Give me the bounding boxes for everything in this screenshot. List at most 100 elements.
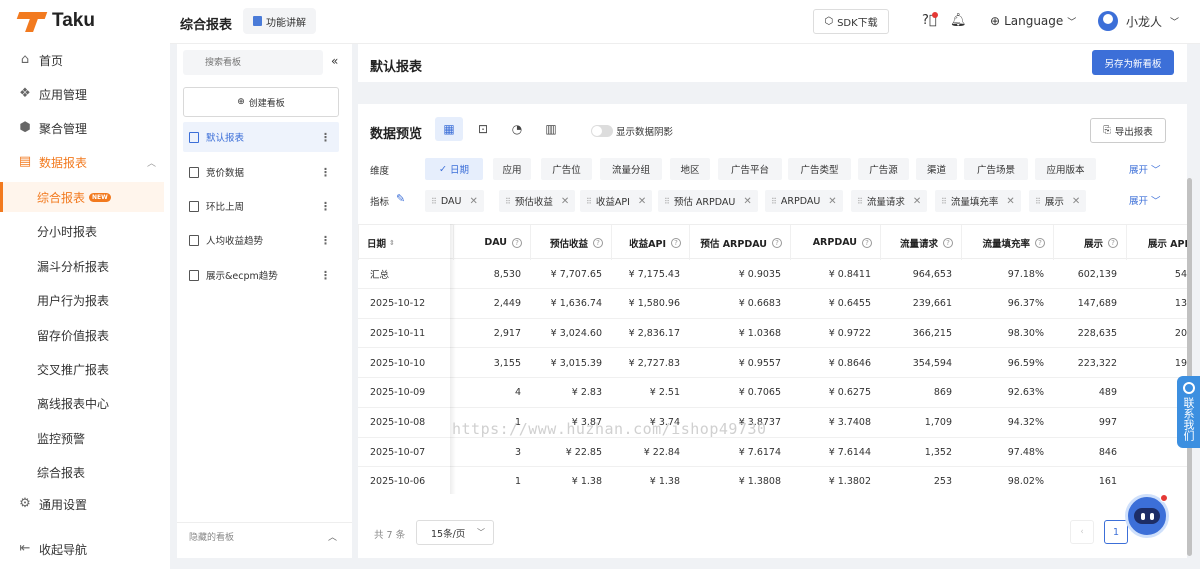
dimension-chip[interactable]: 广告类型 (788, 158, 851, 180)
drag-handle-icon[interactable]: ⠿ (857, 197, 863, 206)
expand-dimensions-link[interactable]: 展开 ﹀ (1129, 162, 1161, 176)
sub-item-overall-report[interactable]: 综合报表 NEW (0, 182, 164, 212)
dimension-chip[interactable]: 广告源 (858, 158, 909, 180)
column-header[interactable]: 收益API? (611, 225, 689, 260)
export-report-button[interactable]: ⎘ 导出报表 (1090, 118, 1166, 143)
dimension-chip[interactable]: 广告平台 (718, 158, 782, 180)
column-header[interactable]: 流量请求? (880, 225, 961, 260)
column-header[interactable]: 预估收益? (530, 225, 611, 260)
drag-handle-icon[interactable]: ⠿ (771, 197, 777, 206)
nav-item-home[interactable]: ⌂ 首页 (0, 45, 170, 75)
drag-handle-icon[interactable]: ⠿ (431, 197, 437, 206)
table-view-icon[interactable]: ▦ (435, 117, 463, 141)
more-icon[interactable]: ⋮ (320, 234, 331, 247)
close-icon[interactable]: ✕ (1072, 196, 1080, 207)
sub-item-retention[interactable]: 留存价值报表 (0, 320, 164, 350)
dimension-chip[interactable]: 渠道 (916, 158, 957, 180)
metric-chip[interactable]: ⠿ 预估收益 ✕ (499, 190, 576, 212)
more-icon[interactable]: ⋮ (320, 131, 331, 144)
user-menu[interactable]: 小龙人 ﹀ (1098, 11, 1179, 31)
data-shadow-toggle[interactable] (591, 125, 613, 137)
pie-chart-view-icon[interactable]: ◔ (503, 117, 531, 141)
more-icon[interactable]: ⋮ (320, 269, 331, 282)
contact-us-tab[interactable]: 联系我们 (1177, 376, 1200, 448)
help-icon[interactable]: ? (671, 237, 681, 248)
help-icon[interactable]: ? (943, 237, 953, 248)
board-item-bidding[interactable]: 竞价数据 ⋮ (183, 157, 339, 187)
column-header[interactable]: 展示? (1053, 225, 1126, 260)
metric-chip[interactable]: ⠿ 流量请求 ✕ (851, 190, 928, 212)
bell-icon[interactable]: 🔔︎ (950, 13, 967, 28)
sub-item-cross-promo[interactable]: 交叉推广报表 (0, 354, 164, 384)
sub-item-hourly-report[interactable]: 分小时报表 (0, 216, 164, 246)
expand-metrics-link[interactable]: 展开 ﹀ (1129, 193, 1161, 207)
language-selector[interactable]: ⊕ Language ﹀ (990, 14, 1076, 28)
board-item-wow[interactable]: 环比上周 ⋮ (183, 191, 339, 221)
sub-item-monitoring[interactable]: 监控预警 (0, 423, 164, 453)
column-header[interactable]: 预估 ARPDAU? (689, 225, 790, 260)
hidden-boards-toggle[interactable]: 隐藏的看板 (189, 530, 234, 543)
page-number-button[interactable]: 1 (1104, 520, 1128, 544)
dimension-chip[interactable]: 广告场景 (964, 158, 1028, 180)
nav-item-reports[interactable]: ▤ 数据报表 ︿ (0, 147, 170, 177)
column-header[interactable]: 展示 API (1126, 225, 1187, 260)
sub-item-user-behavior[interactable]: 用户行为报表 (0, 285, 164, 315)
more-icon[interactable]: ⋮ (320, 200, 331, 213)
column-header[interactable]: ARPDAU? (790, 225, 880, 260)
drag-handle-icon[interactable]: ⠿ (941, 197, 947, 206)
sort-icon[interactable]: ⇕ (389, 239, 395, 247)
close-icon[interactable]: ✕ (638, 196, 646, 207)
help-icon[interactable]: ? (772, 237, 782, 248)
bar-chart-view-icon[interactable]: ▥ (537, 117, 565, 141)
save-as-board-button[interactable]: 另存为新看板 (1092, 50, 1174, 75)
vertical-scrollbar[interactable] (1187, 178, 1192, 556)
close-icon[interactable]: ✕ (828, 196, 836, 207)
dimension-chip[interactable]: 广告位 (541, 158, 592, 180)
nav-collapse[interactable]: ⇤ 收起导航 (0, 534, 170, 564)
board-search-input[interactable] (183, 50, 323, 75)
chevron-up-icon[interactable]: ︿ (328, 530, 337, 543)
nav-item-mediation[interactable]: ⬢ 聚合管理 (0, 113, 170, 143)
dimension-chip[interactable]: 地区 (670, 158, 710, 180)
board-item-ecpm-trend[interactable]: 展示&ecpm趋势 ⋮ (183, 260, 339, 290)
help-icon[interactable]: ? (1035, 237, 1045, 248)
help-icon[interactable]: ? (862, 237, 872, 248)
help-icon[interactable]: ? (1108, 237, 1118, 248)
nav-item-settings[interactable]: ⚙ 通用设置 (0, 489, 170, 519)
column-header[interactable]: 日期 ⇕ (358, 225, 453, 260)
close-icon[interactable]: ✕ (743, 196, 751, 207)
metric-chip[interactable]: ⠿ 流量填充率 ✕ (935, 190, 1021, 212)
close-icon[interactable]: ✕ (469, 196, 477, 207)
column-header[interactable]: 流量填充率? (961, 225, 1053, 260)
sub-item-offline-center[interactable]: 离线报表中心 (0, 388, 164, 418)
metric-chip[interactable]: ⠿ ARPDAU ✕ (765, 190, 843, 212)
column-header[interactable]: DAU? (453, 225, 530, 260)
drag-handle-icon[interactable]: ⠿ (664, 197, 670, 206)
more-icon[interactable]: ⋮ (320, 166, 331, 179)
create-board-button[interactable]: ⊕ 创建看板 (183, 87, 339, 117)
dimension-chip[interactable]: ✓ 日期 (425, 158, 483, 180)
sub-item-overall-report-2[interactable]: 综合报表 (0, 457, 164, 487)
close-icon[interactable]: ✕ (1006, 196, 1014, 207)
metric-chip[interactable]: ⠿ DAU ✕ (425, 190, 484, 212)
nav-item-apps[interactable]: ❖ 应用管理 (0, 79, 170, 109)
metric-chip[interactable]: ⠿ 收益API ✕ (580, 190, 653, 212)
dimension-chip[interactable]: 应用版本 (1035, 158, 1096, 180)
feature-guide-button[interactable]: 功能讲解 (243, 8, 316, 34)
line-chart-view-icon[interactable]: ⊡ (469, 117, 497, 141)
dimension-chip[interactable]: 应用 (493, 158, 531, 180)
taku-logo[interactable]: Taku (18, 10, 95, 32)
sdk-download-button[interactable]: ⬡ SDK下载 (813, 9, 889, 34)
board-item-default[interactable]: 默认报表 ⋮ (183, 122, 339, 152)
close-icon[interactable]: ✕ (913, 196, 921, 207)
drag-handle-icon[interactable]: ⠿ (1035, 197, 1041, 206)
metric-chip[interactable]: ⠿ 展示 ✕ (1029, 190, 1087, 212)
drag-handle-icon[interactable]: ⠿ (505, 197, 511, 206)
edit-icon[interactable]: ✎ (396, 192, 405, 205)
collapse-panel-icon[interactable]: « (331, 54, 338, 68)
dimension-chip[interactable]: 流量分组 (600, 158, 662, 180)
drag-handle-icon[interactable]: ⠿ (586, 197, 592, 206)
close-icon[interactable]: ✕ (561, 196, 569, 207)
page-size-select[interactable]: 15条/页 ﹀ (416, 520, 494, 545)
sub-item-funnel-report[interactable]: 漏斗分析报表 (0, 251, 164, 281)
